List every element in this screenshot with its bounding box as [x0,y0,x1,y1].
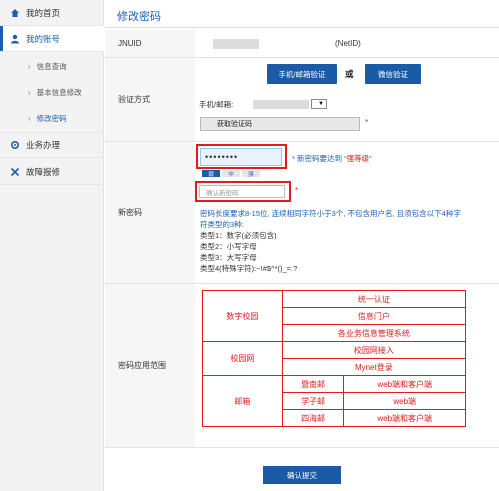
rules-line-1: 密码长度要求8-15位, 连续相同字符小于3个, 不包含用户名, 且须包含以下4… [200,209,461,218]
rules-type-3: 类型3：大写字母 [200,253,257,262]
chevron-right-icon: › [28,113,31,123]
phone-email-verify-button[interactable]: 手机/邮箱验证 [267,64,337,84]
verify-label: 验证方式 [105,58,195,141]
scope-item: 统一认证 [281,290,467,308]
scope-sub: 四海邮 [281,409,345,427]
password-rules: 密码长度要求8-15位, 连续相同字符小于3个, 不包含用户名, 且须包含以下4… [200,208,499,274]
get-code-button[interactable]: 获取验证码 [200,117,360,131]
sidebar-item-label: 业务办理 [26,140,61,150]
scope-group-email: 邮箱 [202,375,283,427]
phone-email-select[interactable]: ▼ [311,99,327,109]
sidebar-subitem-label: 信息查询 [36,61,67,71]
chevron-right-icon: › [28,87,31,97]
sidebar: 我的首页 我的账号 › 信息查询 › 基本信息修改 › 修改密码 业务办理 故障… [0,0,104,491]
required-star: * [365,118,369,127]
user-icon [10,34,20,44]
sidebar-subitem-label: 修改密码 [36,113,67,123]
strength-strong: 强 [242,170,260,178]
page-title: 修改密码 [117,11,161,23]
strength-meter: 弱 中 强 [202,170,260,178]
scope-group-digital-campus: 数字校园 [202,290,283,342]
strength-weak: 弱 [202,170,220,178]
scope-item: 各业务信息管理系统 [281,324,467,342]
home-icon [10,8,20,18]
sidebar-item-label: 我的首页 [26,7,61,18]
table-row: 邮箱 暨南邮 web端和客户端 [202,375,466,427]
sidebar-item-home[interactable]: 我的首页 [0,0,104,26]
scope-sub: 暨南邮 [281,375,345,393]
highlight-box [195,181,291,202]
scope-table: 数字校园 统一认证 信息门户 各业务信息管理系统 校园网 校园网接入 Mynet… [202,290,467,427]
sidebar-item-label: 故障报修 [26,166,61,177]
rules-type-1: 类型1：数字(必须包含) [200,231,277,240]
tools-icon [10,167,20,177]
sidebar-item-business[interactable]: 业务办理 [0,132,104,158]
jnuid-label: JNUID [105,30,195,57]
sidebar-subitem-label: 基本信息修改 [36,87,82,97]
gear-icon [10,140,20,150]
scope-row: 密码应用范围 数字校园 统一认证 信息门户 各业务信息管理系统 校园网 校园网接… [105,284,499,447]
required-star: * [295,186,299,195]
strength-medium: 中 [222,170,240,178]
table-row: 数字校园 统一认证 [202,290,467,342]
jnuid-suffix: (NetID) [335,39,361,48]
scope-item: 校园网接入 [281,341,467,359]
table-row: 校园网 校园网接入 [202,341,467,376]
scope-group-campus-network: 校园网 [202,341,283,376]
new-password-label: 新密码 [105,142,195,283]
sidebar-subitem-basic-info-edit[interactable]: › 基本信息修改 [0,79,104,105]
jnuid-value-redacted [213,39,259,49]
sidebar-item-repair[interactable]: 故障报修 [0,159,104,185]
scope-value: web端和客户端 [343,409,466,427]
new-password-row: 新密码 •••••••• * 新密码要达到 “强等级” 弱 中 强 确认新密码 … [105,142,499,284]
scope-label: 密码应用范围 [105,284,195,447]
submit-row: 确认提交 [105,447,499,491]
rules-type-4: 类型4(特殊字符):~!#$^*()_=.? [200,264,298,273]
rules-line-2: 符类型的3种: [200,220,244,229]
password-strength-hint: * 新密码要达到 “强等级” [292,154,372,163]
rules-type-2: 类型2：小写字母 [200,242,257,251]
chevron-right-icon: › [28,61,31,71]
sidebar-item-my-account[interactable]: 我的账号 [0,26,104,52]
scope-value: web端和客户端 [343,375,466,393]
phone-email-value-redacted [253,100,309,109]
verify-row: 验证方式 手机/邮箱验证 或 微信验证 手机/邮箱: ▼ 获取验证码 * [105,58,499,142]
sidebar-subitem-change-password[interactable]: › 修改密码 [0,105,104,131]
submit-button[interactable]: 确认提交 [263,466,341,484]
phone-email-label: 手机/邮箱: [199,100,234,109]
divider [105,27,499,28]
sidebar-item-label: 我的账号 [26,33,61,44]
strong-level-text: 强等级 [346,154,370,163]
scope-item: 信息门户 [281,307,467,325]
main-panel: 修改密码 JNUID (NetID) 验证方式 手机/邮箱验证 或 微信验证 手… [105,0,499,491]
wechat-verify-button[interactable]: 微信验证 [365,64,421,84]
dropdown-arrow-icon: ▼ [318,101,324,107]
scope-item: Mynet登录 [281,358,467,376]
jnuid-row: JNUID (NetID) [105,30,499,58]
scope-sub: 学子邮 [281,392,345,410]
sidebar-subitem-info-query[interactable]: › 信息查询 [0,53,104,79]
highlight-box [196,144,287,169]
or-text: 或 [345,69,354,79]
scope-value: web端 [343,392,466,410]
